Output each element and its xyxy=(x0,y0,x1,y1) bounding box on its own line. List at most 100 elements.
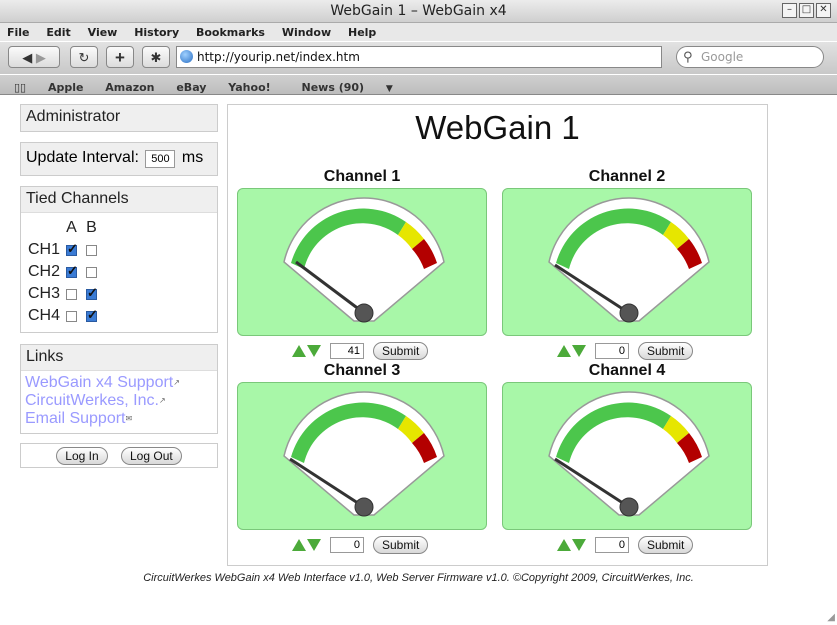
channel-1-value[interactable]: 41 xyxy=(330,343,364,359)
ch4-a-checkbox[interactable] xyxy=(66,310,77,322)
close-icon[interactable]: ✕ xyxy=(816,3,831,18)
menu-help[interactable]: Help xyxy=(341,23,382,39)
interval-row: Update Interval: ms xyxy=(21,143,217,175)
chevron-down-icon: ▼ xyxy=(385,84,393,94)
menu-window[interactable]: Window xyxy=(275,23,337,39)
window-controls: – □ ✕ xyxy=(782,3,831,18)
increase-icon[interactable] xyxy=(557,539,571,551)
menu-view[interactable]: View xyxy=(81,23,124,39)
bug-button[interactable]: ✱ xyxy=(142,46,170,68)
book-icon[interactable]: ▯▯ xyxy=(0,78,35,94)
tied-row-ch3: CH3 xyxy=(28,283,217,305)
bookmark-apple[interactable]: Apple xyxy=(39,78,93,94)
window-title: WebGain 1 – WebGain x4 xyxy=(330,3,507,19)
reload-button[interactable]: ↻ xyxy=(70,46,98,68)
menu-history[interactable]: History xyxy=(127,23,185,39)
col-b-label: B xyxy=(86,219,97,236)
web-page: Administrator Update Interval: ms Tied C… xyxy=(0,95,837,625)
channel-1-submit-button[interactable]: Submit xyxy=(373,342,429,360)
tied-row-ch1: CH1 xyxy=(28,239,217,261)
links-title: Links xyxy=(21,345,217,371)
auth-box: Log In Log Out xyxy=(20,443,218,468)
back-forward-button[interactable]: ◀ ▶ xyxy=(8,46,60,68)
channel-4-gauge xyxy=(502,382,752,530)
col-a-label: A xyxy=(66,219,77,236)
tied-row-label: CH2 xyxy=(28,263,61,280)
search-icon: ⚲ xyxy=(683,50,693,65)
bookmark-ebay[interactable]: eBay xyxy=(167,78,215,94)
channel-3-title: Channel 3 xyxy=(323,362,401,379)
menu-edit[interactable]: Edit xyxy=(39,23,76,39)
back-icon[interactable]: ◀ xyxy=(22,50,32,65)
gauge-meter xyxy=(283,197,445,323)
channel-2-controls: 0 Submit xyxy=(557,341,694,361)
forward-icon[interactable]: ▶ xyxy=(36,50,46,65)
increase-icon[interactable] xyxy=(292,539,306,551)
ch1-a-checkbox[interactable] xyxy=(66,241,78,257)
ch2-b-checkbox[interactable] xyxy=(86,266,97,278)
tied-grid: A B CH1 CH2 CH3 CH4 xyxy=(21,213,217,327)
channel-4-value[interactable]: 0 xyxy=(595,537,629,553)
search-input[interactable]: ⚲ Google xyxy=(676,46,824,68)
increase-icon[interactable] xyxy=(292,345,306,357)
channel-1-title: Channel 1 xyxy=(323,168,401,185)
link-email-support-label: Email Support xyxy=(25,410,126,427)
channel-4-title: Channel 4 xyxy=(588,362,666,379)
minimize-icon[interactable]: – xyxy=(782,3,797,18)
channel-2-submit-button[interactable]: Submit xyxy=(638,342,694,360)
mail-icon: ✉ xyxy=(125,414,133,423)
ch3-a-checkbox[interactable] xyxy=(66,288,77,300)
bookmark-news[interactable]: News (90) ▼ xyxy=(283,75,410,94)
bookmark-amazon[interactable]: Amazon xyxy=(96,78,163,94)
channel-2-value[interactable]: 0 xyxy=(595,343,629,359)
gauge-meter xyxy=(548,197,710,323)
menu-bookmarks[interactable]: Bookmarks xyxy=(189,23,271,39)
bookmark-yahoo[interactable]: Yahoo! xyxy=(219,78,279,94)
ch1-b-checkbox[interactable] xyxy=(86,244,97,256)
links-box: Links WebGain x4 Support↗ CircuitWerkes,… xyxy=(20,344,218,434)
log-out-button[interactable]: Log Out xyxy=(121,447,182,465)
url-field[interactable]: http://yourip.net/index.htm xyxy=(176,46,662,68)
link-email-support[interactable]: Email Support✉ xyxy=(21,410,217,428)
channel-3-gauge xyxy=(237,382,487,530)
admin-label: Administrator xyxy=(21,105,217,131)
window-titlebar: WebGain 1 – WebGain x4 – □ ✕ xyxy=(0,0,837,23)
menu-file[interactable]: File xyxy=(0,23,36,39)
main-panel: WebGain 1 Channel 1 41 Submit Channel 2 xyxy=(227,104,768,566)
channel-3-value[interactable]: 0 xyxy=(330,537,364,553)
log-in-button[interactable]: Log In xyxy=(56,447,108,465)
channel-2-title: Channel 2 xyxy=(588,168,666,185)
resize-grip-icon[interactable]: ◢ xyxy=(827,612,835,623)
tied-row-ch4: CH4 xyxy=(28,305,217,327)
external-link-icon: ↗ xyxy=(173,378,180,387)
browser-toolbar: ◀ ▶ ↻ + ✱ http://yourip.net/index.htm ⚲ … xyxy=(0,42,837,74)
channel-3-submit-button[interactable]: Submit xyxy=(373,536,429,554)
tied-row-ch2: CH2 xyxy=(28,261,217,283)
channel-2-gauge xyxy=(502,188,752,336)
bookmarks-bar: ▯▯ Apple Amazon eBay Yahoo! News (90) ▼ xyxy=(0,75,837,95)
maximize-icon[interactable]: □ xyxy=(799,3,814,18)
new-tab-button[interactable]: + xyxy=(106,46,134,68)
increase-icon[interactable] xyxy=(557,345,571,357)
link-webgain-support[interactable]: WebGain x4 Support↗ xyxy=(21,374,217,392)
bug-icon: ✱ xyxy=(150,50,162,65)
tied-row-label: CH3 xyxy=(28,285,61,302)
channel-4-submit-button[interactable]: Submit xyxy=(638,536,694,554)
links-list: WebGain x4 Support↗ CircuitWerkes, Inc.↗… xyxy=(21,371,217,428)
external-link-icon: ↗ xyxy=(158,396,166,405)
interval-label: Update Interval: xyxy=(26,149,139,166)
ch4-b-checkbox[interactable] xyxy=(86,307,98,323)
decrease-icon[interactable] xyxy=(307,345,321,357)
tied-header-row: A B xyxy=(28,217,217,239)
ch3-b-checkbox[interactable] xyxy=(86,285,98,301)
footer-copyright: CircuitWerkes WebGain x4 Web Interface v… xyxy=(143,572,694,584)
decrease-icon[interactable] xyxy=(572,539,586,551)
decrease-icon[interactable] xyxy=(572,345,586,357)
link-circuitwerkes[interactable]: CircuitWerkes, Inc.↗ xyxy=(21,392,217,410)
ch2-a-checkbox[interactable] xyxy=(66,263,78,279)
channel-1-gauge xyxy=(237,188,487,336)
bookmark-news-label: News (90) xyxy=(301,81,365,94)
decrease-icon[interactable] xyxy=(307,539,321,551)
interval-unit: ms xyxy=(181,149,204,166)
interval-input[interactable] xyxy=(145,150,176,168)
